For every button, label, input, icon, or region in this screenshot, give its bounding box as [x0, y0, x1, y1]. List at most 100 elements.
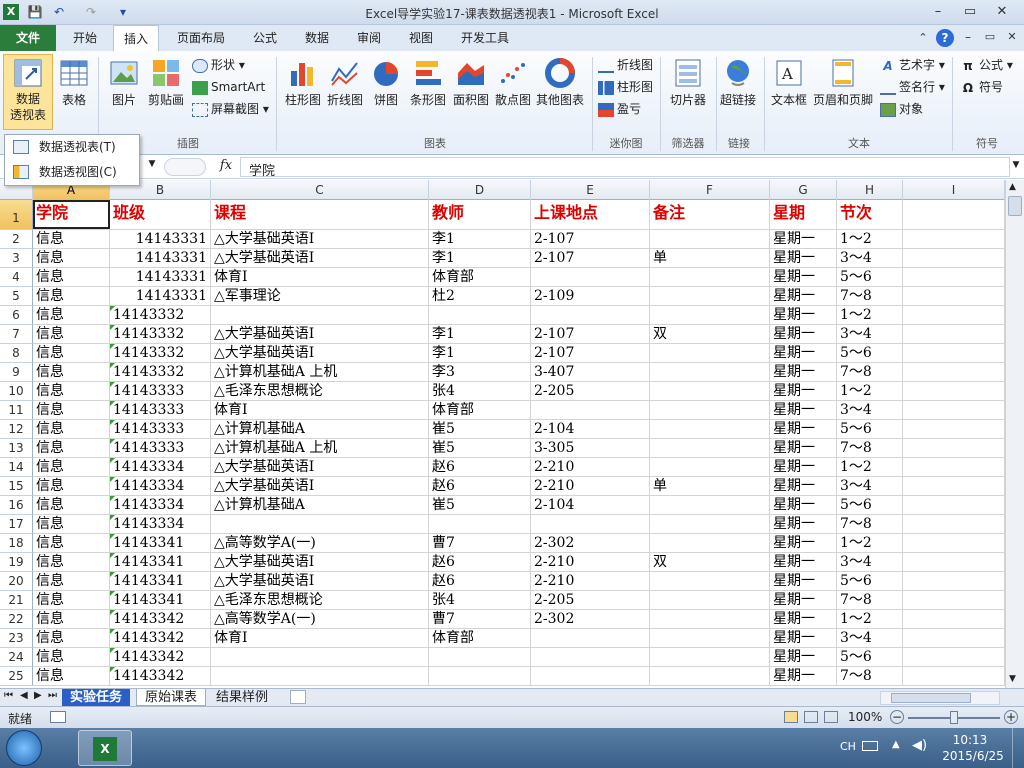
column-header-d[interactable]: D [429, 180, 531, 200]
table-cell[interactable]: 崔5 [429, 496, 531, 514]
sheet-nav-last-icon[interactable]: ⏭ [48, 690, 57, 701]
table-cell[interactable]: 赵6 [429, 572, 531, 590]
table-cell[interactable] [650, 629, 770, 647]
header-cell[interactable]: 星期 [770, 200, 837, 229]
zoom-out-icon[interactable]: − [890, 710, 904, 724]
table-cell[interactable]: 星期一 [770, 439, 837, 457]
sheet-tab-tasks[interactable]: 实验任务 [62, 689, 131, 706]
table-cell[interactable]: 信息 [33, 629, 110, 647]
table-cell[interactable]: 2-107 [531, 249, 650, 267]
table-cell[interactable] [650, 572, 770, 590]
ime-indicator[interactable]: CH [840, 740, 856, 753]
hyperlink-button[interactable]: 超链接 [718, 55, 758, 131]
sheet-nav-prev-icon[interactable]: ◀ [20, 690, 28, 701]
table-cell[interactable]: 曹7 [429, 610, 531, 628]
table-cell[interactable] [531, 629, 650, 647]
table-cell[interactable]: △大学基础英语Ⅰ [211, 553, 429, 571]
table-cell[interactable]: 3-407 [531, 363, 650, 381]
table-cell[interactable] [211, 648, 429, 666]
table-cell[interactable]: 信息 [33, 439, 110, 457]
table-cell[interactable]: 14143332 [110, 325, 211, 343]
table-cell[interactable]: △毛泽东思想概论 [211, 382, 429, 400]
table-cell[interactable]: 14143334 [110, 477, 211, 495]
table-cell[interactable]: 张4 [429, 382, 531, 400]
table-cell[interactable]: 信息 [33, 325, 110, 343]
empty-cell[interactable] [903, 534, 1005, 552]
empty-cell[interactable] [903, 306, 1005, 324]
table-cell[interactable]: 星期一 [770, 667, 837, 685]
equation-button[interactable]: π 公式 ▾ [960, 55, 1013, 76]
table-cell[interactable]: 3～4 [837, 325, 903, 343]
show-desktop-button[interactable] [1012, 728, 1024, 768]
scroll-thumb[interactable] [1008, 196, 1022, 216]
table-cell[interactable]: 星期一 [770, 515, 837, 533]
sheet-nav-first-icon[interactable]: ⏮ [4, 690, 13, 701]
table-cell[interactable] [650, 496, 770, 514]
table-cell[interactable]: 李1 [429, 344, 531, 362]
table-cell[interactable]: 星期一 [770, 496, 837, 514]
table-cell[interactable] [650, 287, 770, 305]
table-cell[interactable]: △计算机基础A 上机 [211, 363, 429, 381]
hscroll-thumb[interactable] [891, 693, 971, 703]
table-cell[interactable]: 星期一 [770, 534, 837, 552]
table-cell[interactable] [211, 667, 429, 685]
empty-cell[interactable] [903, 268, 1005, 286]
table-cell[interactable]: 体育Ⅰ [211, 268, 429, 286]
header-cell[interactable]: 班级 [110, 200, 211, 229]
column-header-i[interactable]: I [903, 180, 1005, 200]
table-cell[interactable]: 杜2 [429, 287, 531, 305]
workbook-restore-icon[interactable]: ▭ [982, 30, 998, 43]
table-cell[interactable]: 14143333 [110, 439, 211, 457]
table-cell[interactable]: 信息 [33, 496, 110, 514]
table-cell[interactable]: 14143331 [110, 287, 211, 305]
empty-cell[interactable] [903, 496, 1005, 514]
table-cell[interactable]: 信息 [33, 515, 110, 533]
table-cell[interactable]: 星期一 [770, 382, 837, 400]
table-cell[interactable]: △大学基础英语Ⅰ [211, 572, 429, 590]
table-cell[interactable] [650, 439, 770, 457]
table-cell[interactable]: 星期一 [770, 477, 837, 495]
table-cell[interactable]: △计算机基础A [211, 420, 429, 438]
cell-area[interactable]: 学院 班级 课程 教师 上课地点 备注 星期 节次 信息 14143331 △大学基础英语Ⅰ 李1 2-… [0, 200, 1005, 688]
table-cell[interactable]: 1～2 [837, 382, 903, 400]
table-cell[interactable]: 信息 [33, 382, 110, 400]
table-cell[interactable]: 14143332 [110, 363, 211, 381]
table-cell[interactable] [650, 420, 770, 438]
restore-button[interactable]: ▭ [956, 2, 984, 22]
table-cell[interactable]: 星期一 [770, 591, 837, 609]
clock-date[interactable]: 2015/6/25 [938, 749, 1008, 763]
sheet-tab-original[interactable]: 原始课表 [136, 689, 207, 706]
table-cell[interactable]: 14143331 [110, 230, 211, 248]
table-cell[interactable]: 信息 [33, 363, 110, 381]
table-cell[interactable]: 李1 [429, 249, 531, 267]
table-cell[interactable]: 星期一 [770, 306, 837, 324]
scatter-chart-button[interactable]: 散点图 [492, 55, 534, 131]
table-cell[interactable]: 14143332 [110, 344, 211, 362]
table-cell[interactable]: 星期一 [770, 363, 837, 381]
empty-cell[interactable] [903, 401, 1005, 419]
table-cell[interactable]: 星期一 [770, 401, 837, 419]
macro-record-icon[interactable] [50, 711, 66, 723]
table-cell[interactable]: 2-210 [531, 572, 650, 590]
table-cell[interactable]: △大学基础英语Ⅰ [211, 249, 429, 267]
picture-button[interactable]: 图片 [104, 55, 144, 131]
tab-review[interactable]: 审阅 [348, 25, 390, 51]
table-cell[interactable]: △军事理论 [211, 287, 429, 305]
header-footer-button[interactable]: 页眉和页脚 [810, 55, 876, 131]
table-cell[interactable]: 崔5 [429, 420, 531, 438]
table-cell[interactable]: 赵6 [429, 553, 531, 571]
table-cell[interactable]: 星期一 [770, 249, 837, 267]
signature-line-button[interactable]: 签名行 ▾ [880, 77, 945, 98]
table-cell[interactable] [429, 515, 531, 533]
slicer-button[interactable]: 切片器 [664, 55, 712, 131]
table-cell[interactable] [429, 667, 531, 685]
empty-cell[interactable] [903, 439, 1005, 457]
bar-chart-button[interactable]: 条形图 [406, 55, 450, 131]
table-cell[interactable] [650, 363, 770, 381]
table-cell[interactable]: 14143342 [110, 648, 211, 666]
table-cell[interactable]: 信息 [33, 534, 110, 552]
normal-view-icon[interactable] [784, 711, 798, 723]
table-cell[interactable] [650, 648, 770, 666]
table-cell[interactable]: 2-107 [531, 344, 650, 362]
table-cell[interactable]: 2-210 [531, 553, 650, 571]
